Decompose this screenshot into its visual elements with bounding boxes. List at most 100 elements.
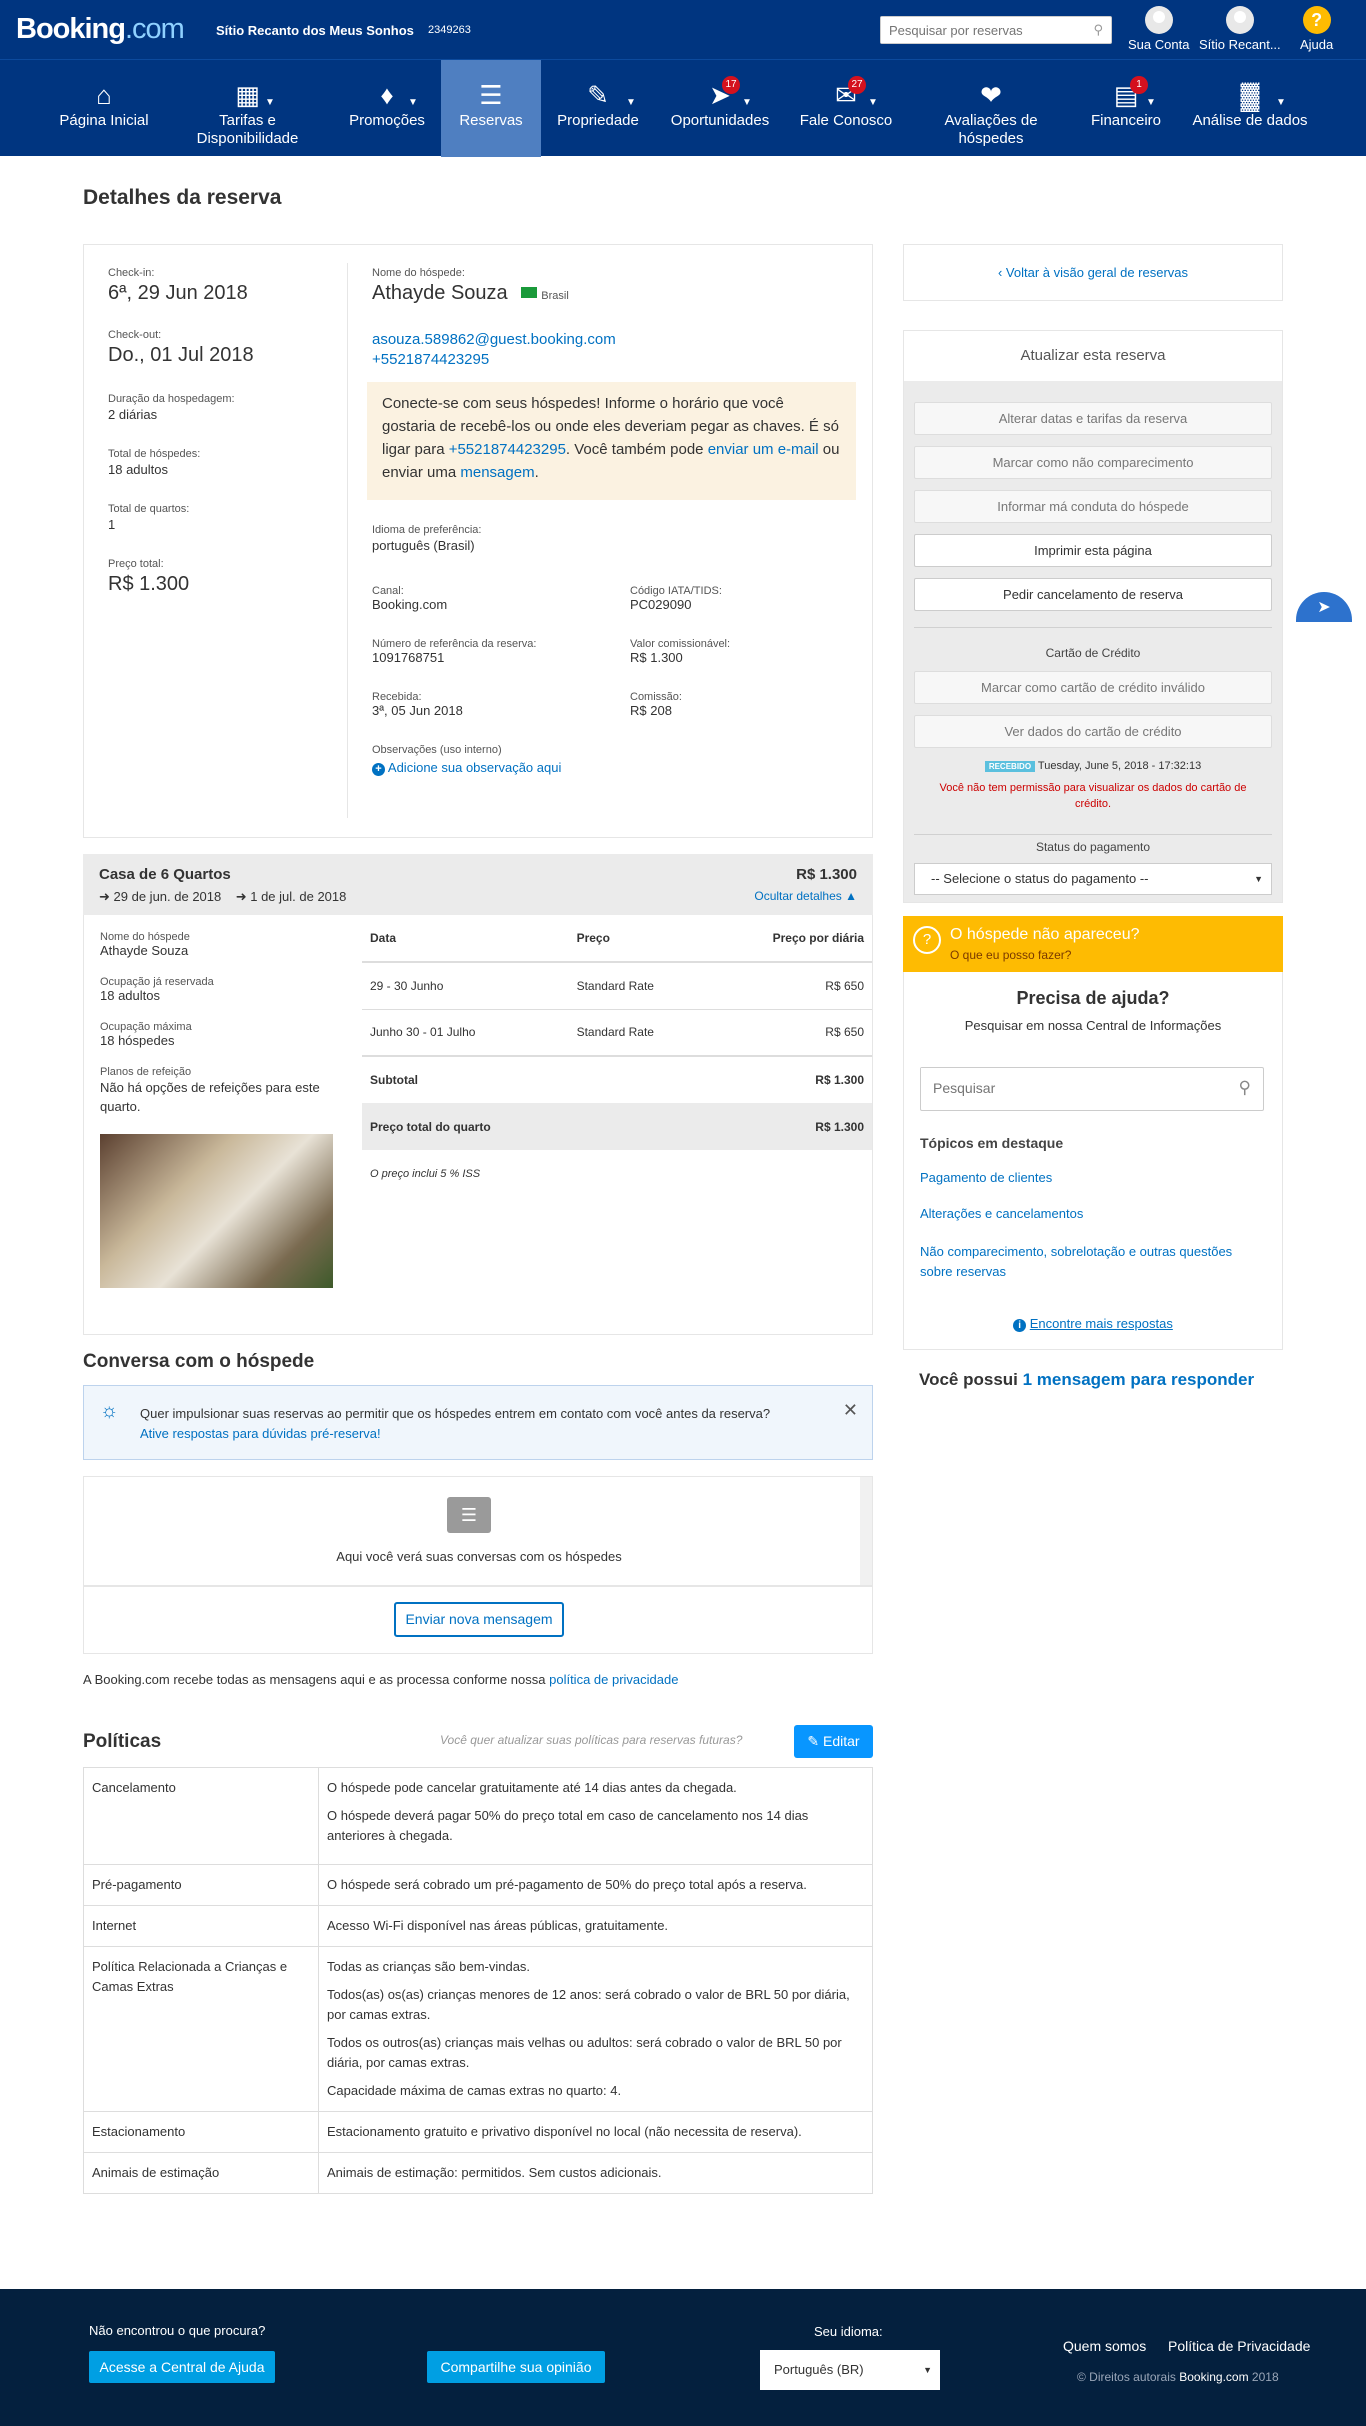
cta-phone-link[interactable]: +5521874423295 <box>449 441 566 458</box>
what-can-i-do-link[interactable]: O que eu posso fazer? <box>950 948 1071 962</box>
envelope-icon: ✉ ▼ <box>835 80 878 110</box>
property-avatar <box>1225 6 1254 34</box>
rocket-icon: ➤ ▼ <box>709 80 752 110</box>
chevron-left-icon: ‹ <box>997 265 1003 280</box>
edit-policies-button[interactable]: ✎ Editar <box>794 1725 873 1758</box>
iata-code: PC029090 <box>630 597 692 612</box>
reservation-search-input[interactable] <box>881 17 1081 43</box>
commissionable-value: R$ 1.300 <box>630 650 683 665</box>
search-icon[interactable]: ⚲ <box>1093 22 1103 38</box>
rocket-floating-icon[interactable]: ➤ <box>1296 592 1352 622</box>
nav-rates[interactable]: ▦ ▼ Tarifas e Disponibilidade <box>180 60 315 157</box>
nav-property[interactable]: ✎ ▼ Propriedade <box>548 60 648 157</box>
property-id: 2349263 <box>428 24 471 36</box>
checkout-icon: ➜ <box>235 889 247 904</box>
room-details: Nome do hóspede Athayde Souza Ocupação já… <box>83 915 873 1335</box>
about-link[interactable]: Quem somos <box>1063 2338 1146 2354</box>
reservation-summary: Check-in: 6ª, 29 Jun 2018 Check-out: Do., … <box>83 244 873 838</box>
contact-guest-callout: Conecte-se com seus hóspedes! Informe o … <box>367 382 856 500</box>
guest-email[interactable]: asouza.589862@guest.booking.com <box>372 331 852 348</box>
help-menu[interactable]: ? Ajuda <box>1300 6 1333 52</box>
chevron-up-icon: ▲ <box>845 889 857 903</box>
help-search-input[interactable] <box>921 1068 1211 1108</box>
rates-table: Data Preço Preço por diária 29 - 30 Junho S… <box>362 915 872 1197</box>
pre-reservation-tip: ☼ Quer impulsionar suas reservas ao perm… <box>83 1385 873 1460</box>
cta-email-link[interactable]: enviar um e-mail <box>708 441 819 458</box>
help-center-button[interactable]: Acesse a Central de Ajuda <box>89 2351 275 2383</box>
policies-title: Políticas <box>83 1731 162 1752</box>
document-icon: ▤ ▼ <box>1113 80 1156 110</box>
privacy-link[interactable]: Política de Privacidade <box>1168 2338 1310 2354</box>
enable-prereservation-link[interactable]: Ative respostas para dúvidas pré-reserva… <box>140 1426 381 1441</box>
reservation-number: 1091768751 <box>372 650 445 665</box>
checkin-icon: ➜ <box>99 889 110 904</box>
nav-reservations[interactable]: ☰ Reservas <box>441 60 541 157</box>
nav-opportunities[interactable]: ➤ ▼ Oportunidades 17 <box>662 60 778 157</box>
topic-payment-link[interactable]: Pagamento de clientes <box>920 1170 1052 1185</box>
payment-status-select[interactable]: -- Selecione o status do pagamento -- ▼ <box>914 863 1272 895</box>
share-opinion-button[interactable]: Compartilhe sua opinião <box>427 2351 605 2383</box>
back-to-reservations-link[interactable]: ‹ Voltar à visão geral de reservas <box>904 265 1282 280</box>
channel: Booking.com <box>372 597 448 612</box>
duration: 2 diárias <box>108 407 158 422</box>
list-icon: ☰ <box>479 80 503 110</box>
mark-noshow-button[interactable]: Marcar como não comparecimento <box>914 446 1272 479</box>
account-menu[interactable]: Sua Conta <box>1128 6 1189 52</box>
close-icon[interactable]: ✕ <box>843 1400 858 1421</box>
help-panel: Precisa de ajuda? Pesquisar em nossa Cen… <box>903 972 1283 1350</box>
topic-changes-link[interactable]: Alterações e cancelamentos <box>920 1206 1083 1221</box>
nav-finance[interactable]: ▤ ▼ Financeiro 1 <box>1080 60 1172 157</box>
cta-message-link[interactable]: mensagem <box>460 464 534 481</box>
bar-chart-icon: ▓ ▼ <box>1240 80 1286 110</box>
change-dates-button[interactable]: Alterar datas e tarifas da reserva <box>914 402 1272 435</box>
room-price: R$ 1.300 <box>796 866 857 883</box>
guest-phone[interactable]: +5521874423295 <box>372 351 852 368</box>
pencil-icon: ✎ ▼ <box>587 80 636 110</box>
print-button[interactable]: Imprimir esta página <box>914 534 1272 567</box>
request-cancellation-button[interactable]: Pedir cancelamento de reserva <box>914 578 1272 611</box>
reservation-search[interactable]: ⚲ <box>880 16 1112 44</box>
conversation-panel: ☰ Aqui você verá suas conversas com os h… <box>83 1476 873 1586</box>
nav-reviews[interactable]: ❤ Avaliações de hóspedes <box>930 60 1052 157</box>
finance-badge: 1 <box>1130 76 1148 94</box>
home-icon: ⌂ <box>96 80 112 110</box>
opportunities-badge: 17 <box>722 76 740 94</box>
property-name: Sítio Recanto dos Meus Sonhos <box>216 23 414 38</box>
question-icon: ? <box>913 926 941 954</box>
view-card-button[interactable]: Ver dados do cartão de crédito <box>914 715 1272 748</box>
messages-to-answer-link[interactable]: 1 mensagem para responder <box>1023 1370 1254 1389</box>
table-row: 29 - 30 Junho Standard Rate R$ 650 <box>362 962 872 1010</box>
nav-contact[interactable]: ✉ ▼ Fale Conosco 27 <box>790 60 902 157</box>
back-link-box: ‹ Voltar à visão geral de reservas <box>903 244 1283 301</box>
received-date: 3ª, 05 Jun 2018 <box>372 703 463 718</box>
property-menu[interactable]: Sítio Recant... <box>1199 6 1281 52</box>
info-icon: i <box>1013 1319 1027 1332</box>
nav-home[interactable]: ⌂ Página Inicial <box>50 60 158 157</box>
send-message-button[interactable]: Enviar nova mensagem <box>394 1602 564 1637</box>
avatar <box>1144 6 1173 34</box>
noshow-banner: ? O hóspede não apareceu? O que eu posso… <box>903 916 1283 972</box>
heart-icon: ❤ <box>980 80 1002 110</box>
room-photo[interactable] <box>100 1134 333 1288</box>
search-icon[interactable]: ⚲ <box>1239 1078 1251 1098</box>
chat-icon: ☰ <box>447 1497 491 1533</box>
table-row: Junho 30 - 01 Julho Standard Rate R$ 650 <box>362 1009 872 1057</box>
contact-badge: 27 <box>848 76 866 94</box>
report-misconduct-button[interactable]: Informar má conduta do hóspede <box>914 490 1272 523</box>
nav-analytics[interactable]: ▓ ▼ Análise de dados <box>1186 60 1314 157</box>
more-answers-link[interactable]: i Encontre mais respostas <box>904 1316 1282 1332</box>
nav-promotions[interactable]: ♦ ▼ Promoções <box>334 60 440 157</box>
mark-card-invalid-button[interactable]: Marcar como cartão de crédito inválido <box>914 671 1272 704</box>
help-icon: ? <box>1302 6 1331 34</box>
hide-details-link[interactable]: Ocultar detalhes ▲ <box>754 889 857 903</box>
privacy-policy-link[interactable]: política de privacidade <box>549 1672 678 1687</box>
language-select[interactable]: Português (BR) ▼ <box>760 2350 940 2390</box>
topic-noshow-link[interactable]: Não comparecimento, sobrelotação e outra… <box>920 1242 1260 1282</box>
footer: Não encontrou o que procura? Acesse a Ce… <box>0 2289 1366 2426</box>
scrollbar[interactable] <box>860 1477 872 1585</box>
lightbulb-icon: ☼ <box>100 1400 119 1422</box>
table-row: Estacionamento Estacionamento gratuito e … <box>83 2111 873 2153</box>
add-note-link[interactable]: + Adicione sua observação aqui <box>372 760 612 776</box>
help-search[interactable]: ⚲ <box>920 1067 1264 1111</box>
booking-logo[interactable]: Booking.com <box>16 13 185 46</box>
